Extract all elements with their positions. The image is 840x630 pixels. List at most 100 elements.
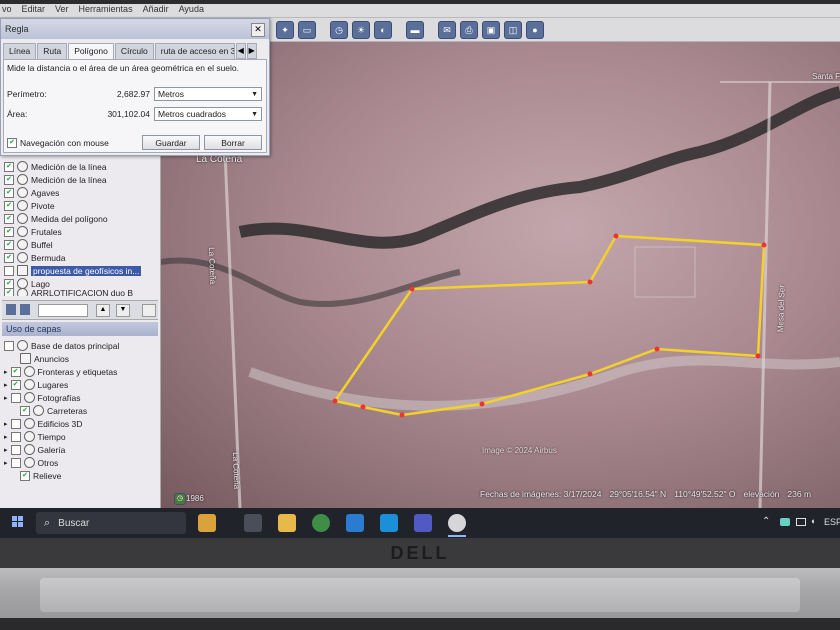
layer-item[interactable]: Anuncios — [20, 352, 69, 365]
save-image-icon[interactable]: ▣ — [482, 20, 500, 39]
place-item[interactable]: ✔ ARRLOTIFICACION duo B — [4, 288, 133, 296]
checkbox[interactable]: ✔ — [4, 239, 14, 250]
volume-icon[interactable]: ◖ — [810, 516, 815, 526]
mouse-nav-checkbox[interactable]: ✔ — [7, 138, 17, 148]
mouse-nav-row[interactable]: ✔ Navegación con mouse — [7, 138, 109, 148]
polygon-vertex[interactable] — [399, 412, 405, 418]
expand-icon[interactable]: ▸ — [4, 446, 8, 454]
search-panel-icon[interactable] — [6, 304, 16, 315]
google-earth-icon[interactable] — [448, 514, 466, 532]
expand-icon[interactable]: ▸ — [4, 394, 8, 402]
chevron-right-icon[interactable]: ▶ — [246, 43, 257, 59]
expand-icon[interactable]: ▸ — [4, 433, 8, 441]
menu-file[interactable]: vo — [2, 4, 12, 14]
checkbox[interactable] — [10, 457, 21, 468]
folder-icon[interactable] — [142, 304, 156, 317]
checkbox[interactable]: ✔ — [4, 252, 14, 263]
checkbox[interactable] — [4, 340, 14, 351]
historical-imagery-icon[interactable]: ◷ — [174, 493, 186, 505]
place-item[interactable]: ✔ Buffel — [4, 238, 53, 251]
polygon-icon[interactable]: ▭ — [298, 20, 316, 39]
polygon-vertex[interactable] — [587, 279, 593, 285]
checkbox[interactable]: ✔ — [4, 174, 14, 185]
checkbox[interactable]: ✔ — [10, 379, 21, 390]
place-item[interactable]: ✔ Medida del polígono — [4, 212, 108, 225]
calendar-icon[interactable] — [380, 514, 398, 532]
placemark-icon[interactable]: ✦ — [276, 20, 294, 39]
checkbox[interactable]: ✔ — [20, 405, 30, 416]
language-indicator[interactable]: ESP — [824, 517, 840, 527]
checkbox[interactable]: ✔ — [4, 200, 14, 211]
menu-tools[interactable]: Herramientas — [79, 4, 133, 14]
maps-icon[interactable]: ◫ — [504, 20, 522, 39]
layer-item[interactable]: ▸ ✔ Lugares — [4, 378, 68, 391]
polygon-vertex[interactable] — [360, 404, 366, 410]
task-view-icon[interactable] — [244, 514, 262, 532]
historical-year[interactable]: 1986 — [186, 494, 204, 503]
menu-view[interactable]: Ver — [55, 4, 69, 14]
layer-item[interactable]: ✔ Carreteras — [20, 404, 87, 417]
checkbox[interactable]: ✔ — [4, 161, 14, 172]
earth-icon[interactable]: ● — [526, 20, 544, 39]
polygon-vertex[interactable] — [587, 371, 593, 377]
layers-panel-title[interactable]: Uso de capas — [2, 322, 158, 336]
layer-item[interactable]: Base de datos principal — [4, 339, 119, 352]
polygon-vertex[interactable] — [761, 242, 767, 248]
move-up-icon[interactable]: ▲ — [96, 304, 110, 317]
polygon-vertex[interactable] — [332, 398, 338, 404]
email-icon[interactable]: ✉ — [438, 20, 456, 39]
tab-3d-path[interactable]: ruta de acceso en 3D — [154, 43, 235, 59]
layer-item[interactable]: ▸ Otros — [4, 456, 58, 469]
checkbox[interactable] — [10, 392, 21, 403]
tab-line[interactable]: Línea — [3, 43, 37, 59]
layer-item[interactable]: ▸ Fotografías — [4, 391, 81, 404]
place-item-selected[interactable]: propuesta de geofísicos in... — [4, 264, 142, 277]
layer-item[interactable]: ▸ Edificios 3D — [4, 417, 82, 430]
place-item[interactable]: ✔ Pivote — [4, 199, 55, 212]
place-item[interactable]: ✔ Frutales — [4, 225, 62, 238]
briefcase-icon[interactable] — [198, 514, 216, 532]
layer-item[interactable]: ▸ Tiempo — [4, 430, 66, 443]
checkbox[interactable]: ✔ — [4, 187, 14, 198]
chevron-left-icon[interactable]: ◀ — [235, 43, 246, 59]
place-item[interactable]: ✔ Bermuda — [4, 251, 66, 264]
checkbox[interactable] — [4, 265, 14, 276]
clear-button[interactable]: Borrar — [204, 135, 262, 150]
chevron-up-icon[interactable]: ⌃ — [762, 516, 770, 527]
tab-path[interactable]: Ruta — [37, 43, 68, 59]
sun-icon[interactable]: ☀ — [352, 20, 370, 39]
checkbox[interactable]: ✔ — [10, 366, 21, 377]
place-item[interactable]: ✔ Medición de la línea — [4, 173, 107, 186]
polygon-vertex[interactable] — [654, 346, 660, 352]
taskbar-search[interactable]: ⌕ Buscar — [36, 512, 186, 534]
tab-circle[interactable]: Círculo — [114, 43, 154, 59]
layer-item[interactable]: ✔ Relieve — [20, 469, 61, 482]
checkbox[interactable]: ✔ — [4, 226, 14, 237]
checkbox[interactable]: ✔ — [4, 278, 14, 289]
place-item[interactable]: ✔ Medición de la línea — [4, 160, 107, 173]
polygon-vertex[interactable] — [409, 286, 415, 292]
polygon-vertex[interactable] — [613, 233, 619, 239]
area-unit-select[interactable]: Metros cuadrados ▼ — [154, 107, 262, 121]
polygon-vertex[interactable] — [479, 401, 485, 407]
ruler-icon[interactable]: ▬ — [406, 20, 424, 39]
places-filter-input[interactable] — [38, 304, 88, 317]
planet-icon[interactable]: ◐ — [374, 20, 392, 39]
checkbox[interactable] — [10, 431, 21, 442]
file-explorer-icon[interactable] — [278, 514, 296, 532]
checkbox[interactable] — [10, 418, 21, 429]
panel-icon[interactable] — [20, 304, 30, 315]
battery-icon[interactable] — [796, 518, 806, 526]
menu-help[interactable]: Ayuda — [179, 4, 204, 14]
polygon-vertex[interactable] — [755, 353, 761, 359]
checkbox[interactable]: ✔ — [20, 470, 30, 481]
checkbox[interactable] — [10, 444, 21, 455]
menu-edit[interactable]: Editar — [22, 4, 46, 14]
print-icon[interactable]: ⎙ — [460, 20, 478, 39]
windows-start-icon[interactable] — [12, 516, 24, 528]
checkbox[interactable]: ✔ — [4, 288, 14, 296]
layer-item[interactable]: ▸ ✔ Fronteras y etiquetas — [4, 365, 117, 378]
place-item[interactable]: ✔ Agaves — [4, 186, 59, 199]
menu-add[interactable]: Añadir — [143, 4, 169, 14]
teams-icon[interactable] — [414, 514, 432, 532]
